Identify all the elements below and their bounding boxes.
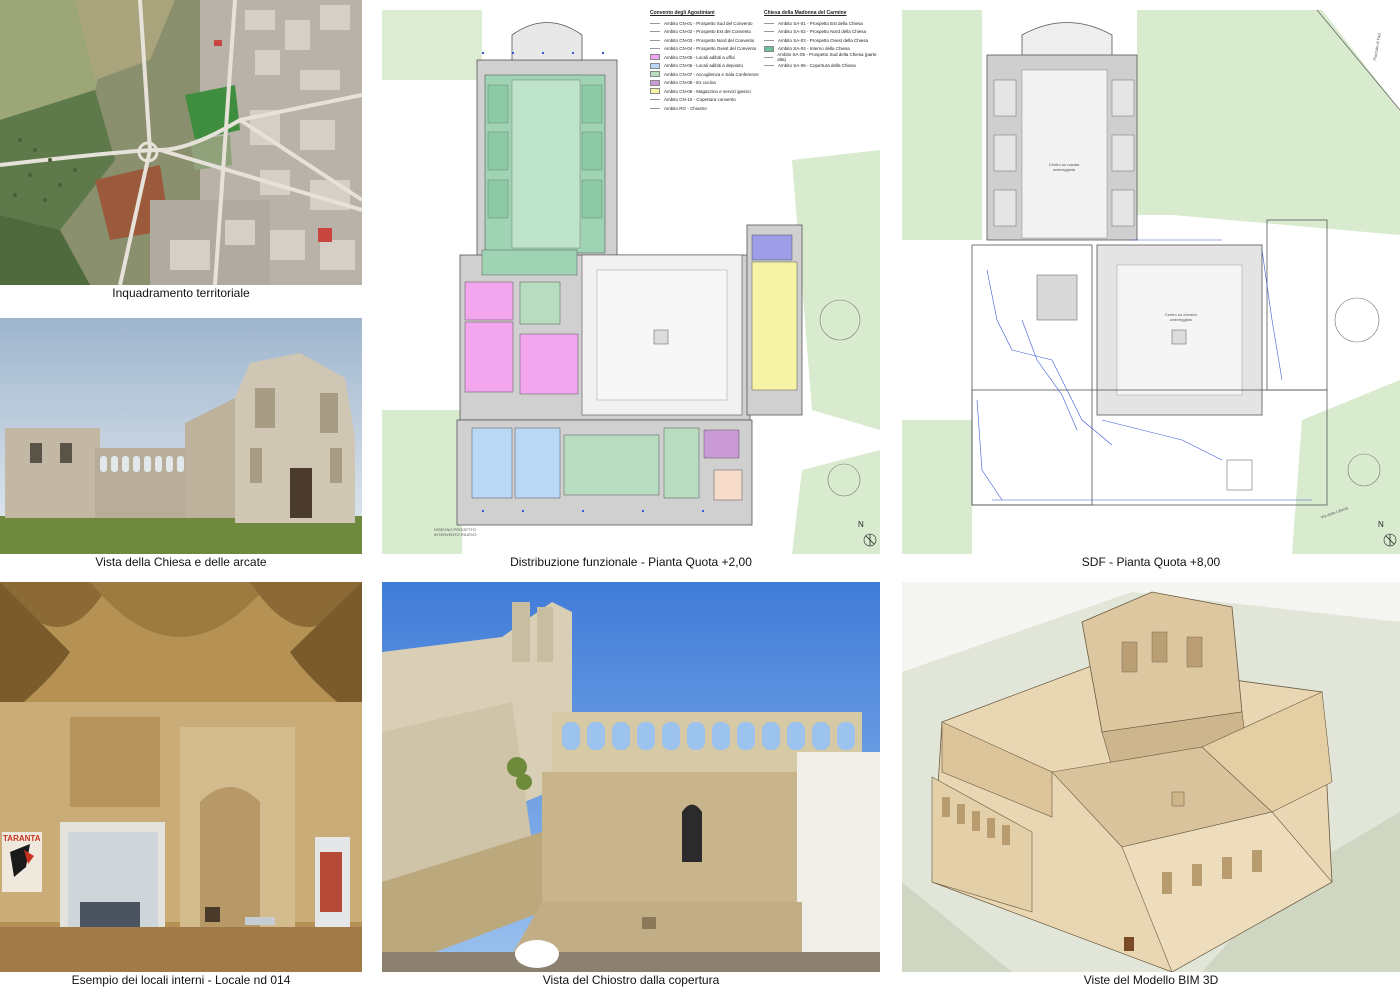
legend-swatch [650,54,660,61]
legend-label: Ambito SA-03 - Prospetto Ovest della Chi… [778,37,869,43]
legend-label: Ambito SA-01 - Prospetto Est della Chies… [778,20,863,26]
legend-item: Ambito CN-06 - Locali adibiti a deposito [650,62,760,71]
caption-plan8: SDF - Pianta Quota +8,00 [1081,555,1221,569]
legend-item: Ambito CN-01 - Prospetto Sud del Convent… [650,19,760,28]
legend-label: Ambito CN-03 - Prospetto Nord del Conven… [664,37,755,43]
caption-cloister: Vista del Chiostro dalla copertura [542,973,720,987]
legend-swatch [764,56,774,58]
caption-plan2: Distribuzione funzionale - Pianta Quota … [510,555,752,569]
legend-item: Ambito SA-02 - Prospetto Nord della Chie… [764,28,878,37]
legend-label: Ambito SA-04 - Interno della Chiesa [778,46,850,52]
legend-item: Ambito CN-03 - Prospetto Nord del Conven… [650,36,760,45]
legend-item: Ambito CN-04 - Prospetto Ovest del Conve… [650,45,760,54]
legend-swatch [764,31,774,33]
legend-label: Ambito CN-10 - Copertura convento [664,97,736,103]
legend-label: Ambito SA-05 - Prospetto Sud della Chies… [777,52,877,63]
legend-swatch [650,88,660,95]
legend-item: Ambito SA-01 - Prospetto Est della Chies… [764,19,878,28]
functional-plan: Convento degli Agostiniani Ambito CN-01 … [382,0,880,554]
legend-swatch [650,99,660,101]
legend-swatch [650,31,660,33]
plan8-church-note: Centro su navata ombreggiata [1048,162,1080,172]
bim-model [902,582,1400,972]
legend-swatch [650,71,660,78]
north-label-plan8: N [1378,520,1384,529]
legend-swatch [764,45,774,52]
cloister-photo [382,582,880,972]
legend-label: Ambito CN-08 - Ex cucina [664,80,716,86]
caption-bim: Viste del Modello BIM 3D [1083,973,1219,987]
sdf-plan: Centro su navata ombreggiata Centro su c… [902,0,1400,554]
legend-swatch [764,22,774,24]
legend-label: Ambito CN-06 - Locali adibiti a deposito [664,63,744,69]
legend-item: Ambito SA-03 - Prospetto Ovest della Chi… [764,36,878,45]
legend-label: Ambito RO - Chiostro [664,105,707,111]
poster-text: TARANTA [3,834,41,843]
legend-label: Ambito CN-01 - Prospetto Sud del Convent… [664,20,753,26]
legend-swatch [764,39,774,41]
legend-item: Ambito CN-08 - Ex cucina [650,79,760,88]
caption-aerial: Inquadramento territoriale [112,286,250,300]
plan-legend-convento: Convento degli Agostiniani Ambito CN-01 … [650,10,760,113]
legend-label: Ambito CN-09 - Magazzino e servizi igien… [664,88,751,94]
north-label-plan2: N [858,520,864,529]
legend-label: Ambito SA-02 - Prospetto Nord della Chie… [778,29,867,35]
church-photo [0,318,362,554]
legend-swatch [650,48,660,50]
plan-legend-chiesa: Chiesa della Madonna del Carmine Ambito … [764,10,878,70]
legend-title-chiesa: Chiesa della Madonna del Carmine [764,10,847,16]
legend-label: Ambito SA-06 - Copertura della Chiesa [778,63,856,69]
legend-item: Ambito CN-02 - Prospetto Est del Convent… [650,28,760,37]
legend-swatch [764,65,774,67]
legend-item: Ambito CN-09 - Magazzino e servizi igien… [650,87,760,96]
legend-swatch [650,79,660,86]
caption-church: Vista della Chiesa e delle arcate [95,555,267,569]
legend-label: Ambito CN-07 - Accoglienza e Sala Confer… [664,71,759,77]
legend-item: Ambito CN-07 - Accoglienza e Sala Confer… [650,70,760,79]
caption-interior: Esempio dei locali interni - Locale nd 0… [71,973,291,987]
legend-item: Ambito SA-05 - Prospetto Sud della Chies… [764,52,878,63]
plan8-cloister-note: Centro su chiostro ombreggiato [1164,312,1198,322]
legend-item: Ambito CN-05 - Locali adibiti a uffici [650,53,760,62]
legend-swatch [650,22,660,24]
legend-item: Ambito RO - Chiostro [650,104,760,113]
legend-label: Ambito CN-05 - Locali adibiti a uffici [664,54,736,60]
legend-label: Ambito CN-02 - Prospetto Est del Convent… [664,29,752,35]
legend-item: Ambito SA-06 - Copertura della Chiesa [764,62,878,71]
legend-swatch [650,39,660,41]
legend-item: Ambito CN-10 - Copertura convento [650,96,760,105]
aerial-photo [0,0,362,285]
legend-swatch [650,62,660,69]
legend-label: Ambito CN-04 - Prospetto Ovest del Conve… [664,46,757,52]
legend-swatch [650,107,660,109]
interior-photo: TARANTA [0,582,362,972]
plan2-footer-note: DISEGNO PROGETTO INTERVENTO RILIEVO [434,527,477,537]
legend-title-convento: Convento degli Agostiniani [650,10,715,16]
